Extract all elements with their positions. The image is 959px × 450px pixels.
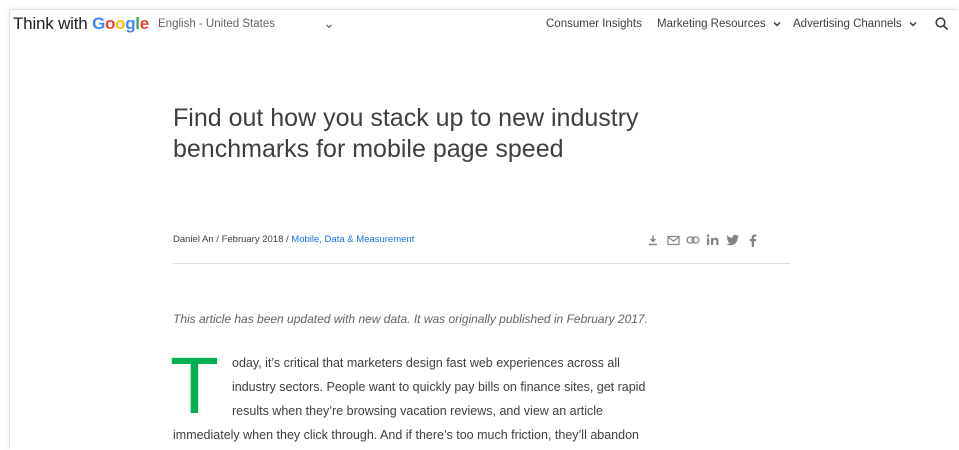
nav-consumer-insights[interactable]: Consumer Insights <box>546 18 642 30</box>
logo-prefix: Think with <box>13 14 93 33</box>
logo-letter: o <box>105 14 116 33</box>
facebook-icon[interactable] <box>746 233 760 247</box>
nav-label: Consumer Insights <box>546 18 642 30</box>
paragraph-line: results when they’re browsing vacation r… <box>232 404 604 418</box>
share-toolbar <box>646 233 760 247</box>
paragraph-line: immediately when they click through. And… <box>173 428 639 442</box>
chevron-down-icon[interactable] <box>324 18 334 29</box>
byline-categories-link[interactable]: Mobile, Data & Measurement <box>291 234 414 245</box>
think-with-google-logo[interactable]: Think with Google <box>13 14 149 34</box>
byline-author-date: Daniel An / February 2018 / <box>173 234 292 245</box>
chevron-down-icon <box>908 19 918 29</box>
byline-divider <box>173 263 790 264</box>
nav-advertising-channels[interactable]: Advertising Channels <box>793 18 918 30</box>
linkedin-icon[interactable] <box>706 233 720 247</box>
browser-page: Think with Google English - United State… <box>10 10 959 450</box>
logo-letter: g <box>125 14 136 33</box>
download-icon[interactable] <box>646 233 660 247</box>
search-icon[interactable] <box>934 16 950 32</box>
article-title: Find out how you stack up to new industr… <box>173 104 639 163</box>
twitter-icon[interactable] <box>726 233 740 247</box>
chevron-down-icon <box>772 19 782 29</box>
paragraph-line: industry sectors. People want to quickly… <box>232 380 646 394</box>
logo-letter: e <box>139 14 149 33</box>
paragraph-line: oday, it’s critical that marketers desig… <box>232 356 620 370</box>
logo-letter: G <box>92 14 105 33</box>
nav-marketing-resources[interactable]: Marketing Resources <box>657 18 782 30</box>
email-icon[interactable] <box>666 233 680 247</box>
nav-label: Marketing Resources <box>657 18 766 30</box>
site-header: Think with Google English - United State… <box>10 10 959 40</box>
drop-cap: T <box>170 341 219 430</box>
logo-letter: o <box>115 14 126 33</box>
nav-label: Advertising Channels <box>793 18 902 30</box>
link-icon[interactable] <box>686 233 700 247</box>
logo-brand: Google <box>92 14 149 33</box>
language-selector[interactable]: English - United States <box>158 18 275 30</box>
article-byline: Daniel An / February 2018 / Mobile, Data… <box>173 234 414 245</box>
update-note: This article has been updated with new d… <box>173 312 648 326</box>
